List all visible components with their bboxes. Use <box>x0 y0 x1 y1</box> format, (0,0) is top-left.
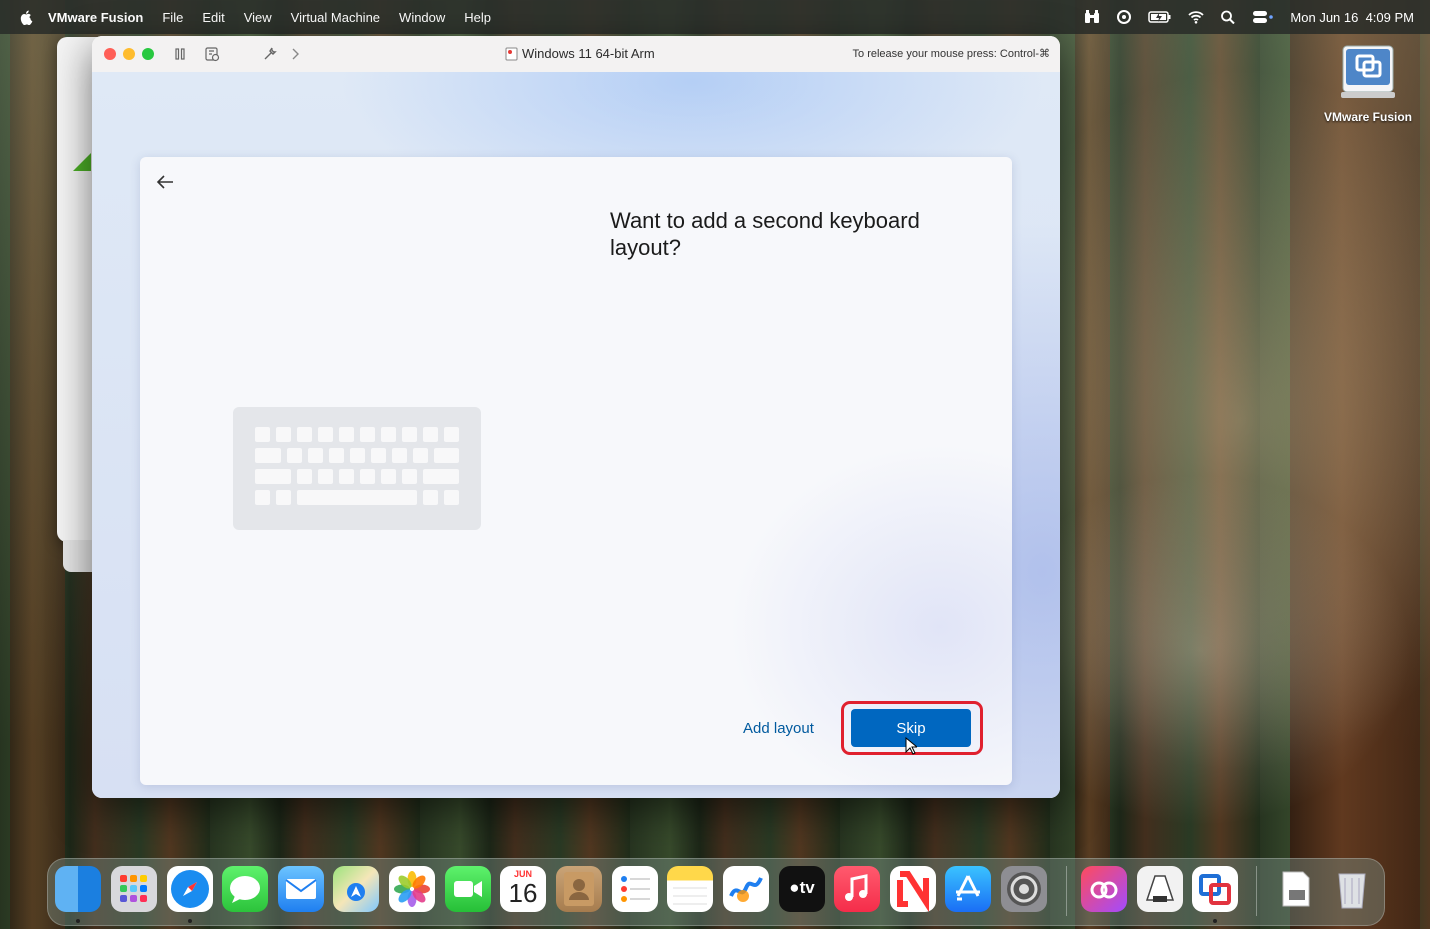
running-indicator <box>1213 919 1217 923</box>
vm-window-titlebar[interactable]: Windows 11 64-bit Arm To release your mo… <box>92 36 1060 73</box>
vmware-fusion-desktop-icon[interactable] <box>1337 44 1399 100</box>
vpn-icon[interactable] <box>1116 10 1132 24</box>
maps-icon[interactable] <box>333 866 379 912</box>
notes-icon[interactable] <box>667 866 713 912</box>
photos-icon[interactable] <box>389 866 435 912</box>
downloads-folder-icon[interactable] <box>1273 866 1319 912</box>
apple-logo-icon[interactable] <box>18 9 34 25</box>
add-layout-button[interactable]: Add layout <box>743 720 814 737</box>
vm-document-icon <box>505 47 518 61</box>
finder-icon[interactable] <box>55 866 101 912</box>
facetime-icon[interactable] <box>445 866 491 912</box>
apple-tv-logo-icon: ● <box>789 878 800 897</box>
wrench-icon[interactable] <box>262 46 278 62</box>
news-icon[interactable] <box>890 866 936 912</box>
oobe-dialog: Want to add a second keyboard layout? Ad… <box>140 157 1012 785</box>
menu-clock[interactable]: Mon Jun 16 4:09 PM <box>1290 10 1414 25</box>
mouse-pointer-icon <box>905 737 917 755</box>
binoculars-icon[interactable] <box>1084 10 1100 24</box>
dock-separator <box>1066 866 1067 916</box>
messages-icon[interactable] <box>222 866 268 912</box>
vm-window-title: Windows 11 64-bit Arm <box>522 46 655 61</box>
menu-bar: VMware Fusion File Edit View Virtual Mac… <box>0 0 1430 34</box>
chevron-right-icon[interactable] <box>287 46 303 62</box>
apple-tv-icon[interactable]: ●tv <box>779 866 825 912</box>
apple-tv-label: tv <box>799 878 815 897</box>
page-title: Want to add a second keyboard layout? <box>610 208 920 260</box>
safari-icon[interactable] <box>167 866 213 912</box>
control-center-icon[interactable] <box>1252 10 1274 24</box>
vmware-fusion-dock-icon[interactable] <box>1192 866 1238 912</box>
menu-file[interactable]: File <box>162 10 183 25</box>
creative-cloud-icon[interactable] <box>1081 866 1127 912</box>
calendar-icon[interactable]: JUN 16 <box>500 866 546 912</box>
menu-app-name[interactable]: VMware Fusion <box>48 10 143 25</box>
system-settings-icon[interactable] <box>1001 866 1047 912</box>
zoom-window-button[interactable] <box>142 48 154 60</box>
running-indicator <box>188 919 192 923</box>
scanner-icon[interactable] <box>1137 866 1183 912</box>
back-arrow-icon[interactable] <box>154 171 176 193</box>
menu-view[interactable]: View <box>244 10 272 25</box>
close-window-button[interactable] <box>104 48 116 60</box>
music-icon[interactable] <box>834 866 880 912</box>
app-store-icon[interactable] <box>945 866 991 912</box>
reminders-icon[interactable] <box>612 866 658 912</box>
battery-icon[interactable] <box>1148 10 1172 24</box>
wifi-icon[interactable] <box>1188 10 1205 24</box>
menu-virtual-machine[interactable]: Virtual Machine <box>291 10 380 25</box>
desktop-icon-label: VMware Fusion <box>1323 110 1412 124</box>
running-indicator <box>76 919 80 923</box>
mail-icon[interactable] <box>278 866 324 912</box>
snapshot-icon[interactable] <box>204 46 220 62</box>
guest-screen[interactable]: Want to add a second keyboard layout? Ad… <box>92 72 1060 798</box>
minimize-window-button[interactable] <box>123 48 135 60</box>
calendar-day: 16 <box>508 878 538 908</box>
dock-separator <box>1256 866 1257 916</box>
launchpad-icon[interactable] <box>111 866 157 912</box>
menu-edit[interactable]: Edit <box>202 10 224 25</box>
background-window-graphic <box>73 153 91 171</box>
spotlight-search-icon[interactable] <box>1220 10 1236 24</box>
pause-icon[interactable] <box>172 46 188 62</box>
freeform-icon[interactable] <box>723 866 769 912</box>
trash-icon[interactable] <box>1329 866 1375 912</box>
release-mouse-hint: To release your mouse press: Control-⌘ <box>852 48 1050 60</box>
keyboard-illustration-icon <box>233 407 481 530</box>
contacts-icon[interactable] <box>556 866 602 912</box>
menu-help[interactable]: Help <box>464 10 491 25</box>
menu-window[interactable]: Window <box>399 10 445 25</box>
vm-window: Windows 11 64-bit Arm To release your mo… <box>92 36 1060 798</box>
